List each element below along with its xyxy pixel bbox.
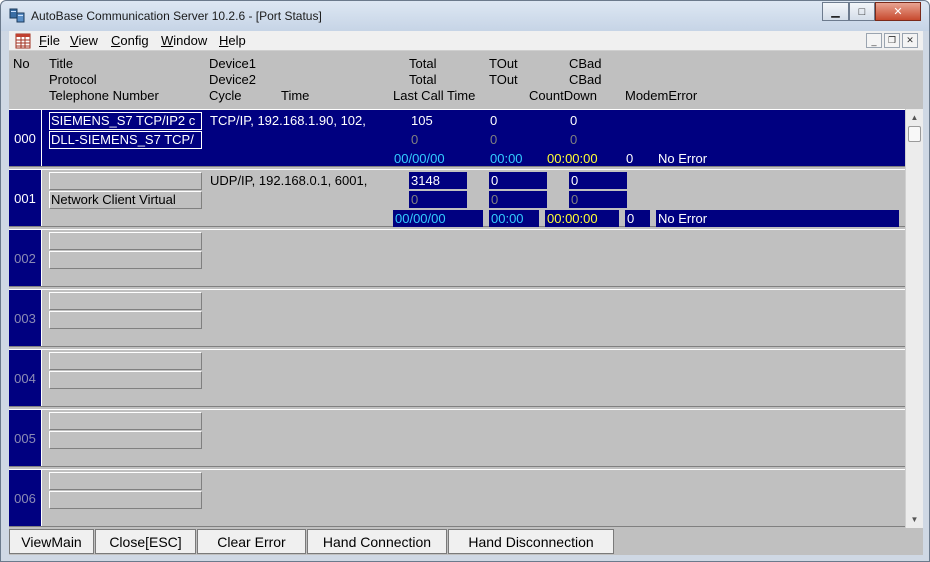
total-count-2: 0	[411, 132, 419, 147]
cbad-count-2: 0	[570, 132, 578, 147]
header-tout: TOut	[489, 56, 518, 71]
countdown: 00:00:00	[547, 151, 598, 166]
header-title: Title	[49, 56, 74, 71]
port-row[interactable]: 002	[9, 229, 905, 287]
minimize-button[interactable]: ▁	[822, 2, 849, 21]
clear-error-button[interactable]: Clear Error	[197, 529, 306, 554]
button-bar: ViewMain Close[ESC] Clear Error Hand Con…	[9, 528, 923, 555]
last-call-time: 00/00/00	[393, 210, 483, 227]
port-protocol-field[interactable]	[49, 251, 202, 269]
modem-error-code: 0	[626, 151, 634, 166]
menu-bar: File View Config Window Help _ ❐ ✕	[9, 31, 923, 51]
port-title-field[interactable]: SIEMENS_S7 TCP/IP2 c	[49, 112, 202, 130]
header-countdown: CountDown	[529, 88, 597, 103]
mdi-close-button[interactable]: ✕	[902, 33, 918, 48]
tout-count: 0	[490, 113, 498, 128]
header-last-call-time: Last Call Time	[393, 88, 476, 103]
header-device2: Device2	[209, 72, 256, 87]
port-row[interactable]: 000 SIEMENS_S7 TCP/IP2 c DLL-SIEMENS_S7 …	[9, 109, 905, 167]
tout-count-2: 0	[490, 132, 498, 147]
port-number: 000	[9, 110, 42, 166]
port-status-panel: No Title Protocol Telephone Number Devic…	[9, 51, 923, 528]
tout-count-2: 0	[489, 191, 547, 208]
header-no: No	[13, 56, 30, 71]
app-window: AutoBase Communication Server 10.2.6 - […	[0, 0, 930, 562]
document-grid-icon[interactable]	[15, 33, 31, 49]
port-number: 006	[9, 470, 42, 526]
menu-config[interactable]: Config	[111, 33, 149, 48]
scroll-thumb[interactable]	[908, 126, 921, 142]
menu-view[interactable]: View	[70, 33, 98, 48]
vertical-scrollbar[interactable]: ▲ ▼	[905, 109, 923, 528]
header-total-2: Total	[409, 72, 437, 87]
total-count: 105	[411, 113, 433, 128]
server-app-icon	[9, 8, 25, 23]
mdi-minimize-button[interactable]: _	[866, 33, 882, 48]
header-telephone: Telephone Number	[49, 88, 159, 103]
last-call-time: 00/00/00	[394, 151, 445, 166]
maximize-button[interactable]: □	[849, 2, 875, 21]
total-count: 3148	[409, 172, 467, 189]
port-title-field[interactable]	[49, 352, 202, 370]
port-row[interactable]: 004	[9, 349, 905, 407]
port-row[interactable]: 006	[9, 469, 905, 527]
cbad-count: 0	[569, 172, 627, 189]
port-number: 002	[9, 230, 42, 286]
port-row[interactable]: 003	[9, 289, 905, 347]
device-info: UDP/IP, 192.168.0.1, 6001,	[210, 173, 368, 188]
hand-disconnection-button[interactable]: Hand Disconnection	[448, 529, 614, 554]
modem-error-text: No Error	[656, 210, 899, 227]
title-bar[interactable]: AutoBase Communication Server 10.2.6 - […	[1, 1, 929, 31]
header-cbad: CBad	[569, 56, 602, 71]
port-title-field[interactable]	[49, 232, 202, 250]
header-cycle: Cycle	[209, 88, 242, 103]
header-cbad-2: CBad	[569, 72, 602, 87]
port-number: 003	[9, 290, 42, 346]
port-title-field[interactable]	[49, 172, 202, 190]
port-row[interactable]: 001 Network Client Virtual UDP/IP, 192.1…	[9, 169, 905, 227]
header-protocol: Protocol	[49, 72, 97, 87]
mdi-restore-button[interactable]: ❐	[884, 33, 900, 48]
port-number: 004	[9, 350, 42, 406]
port-protocol-field[interactable]	[49, 491, 202, 509]
header-time: Time	[281, 88, 310, 103]
header-tout-2: TOut	[489, 72, 518, 87]
scroll-down-icon[interactable]: ▼	[906, 511, 923, 527]
cbad-count-2: 0	[569, 191, 627, 208]
cbad-count: 0	[570, 113, 578, 128]
device-info: TCP/IP, 192.168.1.90, 102,	[210, 113, 366, 128]
header-total: Total	[409, 56, 437, 71]
close-esc-button[interactable]: Close[ESC]	[95, 529, 196, 554]
port-protocol-field[interactable]: DLL-SIEMENS_S7 TCP/	[49, 131, 202, 149]
total-count-2: 0	[409, 191, 467, 208]
countdown: 00:00:00	[545, 210, 619, 227]
port-row[interactable]: 005	[9, 409, 905, 467]
viewmain-button[interactable]: ViewMain	[9, 529, 94, 554]
header-device1: Device1	[209, 56, 256, 71]
cycle-time: 00:00	[490, 151, 523, 166]
hand-connection-button[interactable]: Hand Connection	[307, 529, 447, 554]
port-number: 001	[9, 170, 42, 226]
port-protocol-field[interactable]	[49, 431, 202, 449]
port-title-field[interactable]	[49, 472, 202, 490]
menu-file[interactable]: File	[39, 33, 60, 48]
cycle-time: 00:00	[489, 210, 539, 227]
menu-help[interactable]: Help	[219, 33, 246, 48]
port-title-field[interactable]	[49, 412, 202, 430]
close-window-button[interactable]: ✕	[875, 2, 921, 21]
port-title-field[interactable]	[49, 292, 202, 310]
tout-count: 0	[489, 172, 547, 189]
port-protocol-field[interactable]	[49, 371, 202, 389]
modem-error-code: 0	[625, 210, 650, 227]
port-protocol-field[interactable]: Network Client Virtual	[49, 191, 202, 209]
header-modemerror: ModemError	[625, 88, 698, 103]
scroll-up-icon[interactable]: ▲	[906, 109, 923, 125]
port-protocol-field[interactable]	[49, 311, 202, 329]
window-title: AutoBase Communication Server 10.2.6 - […	[31, 9, 322, 23]
modem-error-text: No Error	[658, 151, 708, 166]
menu-window[interactable]: Window	[161, 33, 207, 48]
port-number: 005	[9, 410, 42, 466]
